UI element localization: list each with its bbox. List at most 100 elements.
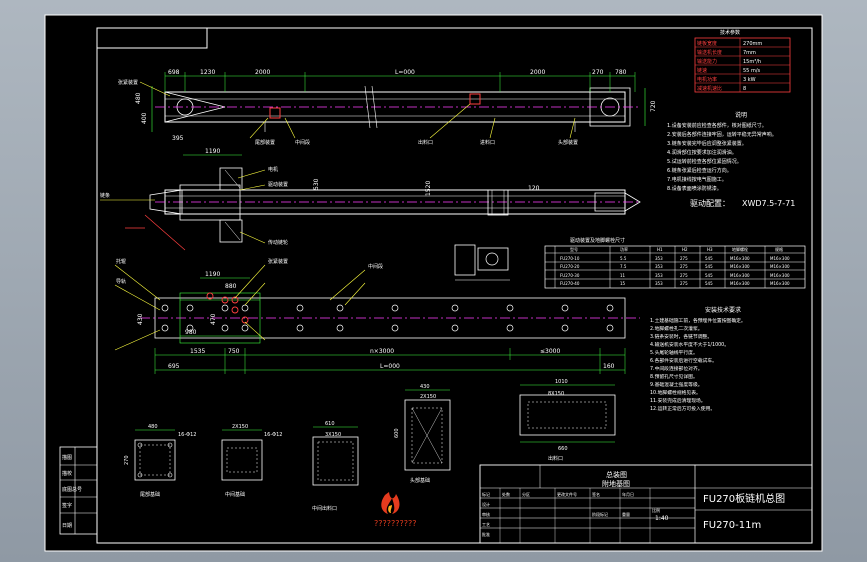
sec-a-h: 270 <box>124 455 130 465</box>
td: 545 <box>705 264 713 269</box>
dim-2000-b: 2000 <box>530 69 545 76</box>
stamp-trace: 描图 <box>62 454 72 461</box>
note-line: 5.试运转前检查各部位紧固情况。 <box>667 158 742 165</box>
td: M16×300 <box>770 281 790 286</box>
tp-value: 270mm <box>743 41 762 47</box>
td: 353 <box>655 273 663 278</box>
tb-cell: 审核 <box>482 511 490 517</box>
tp-label: 输送能力 <box>697 58 717 65</box>
tb-cell: 重量 <box>622 511 630 517</box>
sec-c-title: 中间出料口 <box>312 505 337 512</box>
tb-cell: 比例 <box>652 507 660 513</box>
install-line: 6.各部件安装后进行空载试车。 <box>650 357 717 364</box>
install-line: 3.链条安装时，各链节调整。 <box>650 333 712 340</box>
tp-value: 3 kW <box>743 77 756 83</box>
dim-side-720: 720 <box>650 100 657 112</box>
install-line: 11.安装完成后清理现场。 <box>650 397 706 404</box>
tp-value: 15m³/h <box>743 59 761 65</box>
tp-value: 55 m/s <box>743 68 761 74</box>
td: M16×300 <box>770 256 790 261</box>
dim-120: 120 <box>528 185 540 192</box>
td: M16×300 <box>730 264 750 269</box>
td: 353 <box>655 256 663 261</box>
dim-780: 780 <box>615 69 627 76</box>
install-line: 12.运转正常后方可投入使用。 <box>650 405 715 412</box>
dim-plan-880: 880 <box>225 283 237 290</box>
note-line: 7.电机接线按电气图施工。 <box>667 176 727 183</box>
tp-value: 8 <box>743 86 746 92</box>
install-header: 安装技术要求 <box>705 306 741 314</box>
tb-cell: 设计 <box>482 501 490 507</box>
tb-cell: 分区 <box>522 491 530 497</box>
td: M16×300 <box>730 281 750 286</box>
th-h2: H2 <box>682 247 688 252</box>
dim-n3000: n×3000 <box>370 348 394 355</box>
dim-160: 160 <box>603 363 615 370</box>
cad-drawing: 描图 描校 底图总号 签字 日期 698 1230 2000 L=000 200… <box>44 14 823 552</box>
callout-outlet: 出料口 <box>418 139 433 146</box>
td: 275 <box>680 256 688 261</box>
sec-b-w: 2X150 <box>232 424 248 430</box>
tb-cell: 处数 <box>502 491 510 497</box>
logo-caption: ?????????? <box>374 519 416 528</box>
dim-le3000: ≤3000 <box>540 348 560 355</box>
stamp-check: 描校 <box>62 470 72 477</box>
note-line: 3.链条安装完毕后应调整张紧装置。 <box>667 140 747 147</box>
dim-1230: 1230 <box>200 69 215 76</box>
install-line: 8.预留孔尺寸见详图。 <box>650 373 698 380</box>
install-line: 9.基础混凝土强度等级。 <box>650 381 703 388</box>
dim-plan-1190: 1190 <box>205 271 220 278</box>
install-line: 5.头尾轮轴线平行度。 <box>650 349 698 356</box>
callout-head: 头部装置 <box>558 139 578 146</box>
callout-drive: 驱动装置 <box>268 181 288 188</box>
dim-l-plan: L=000 <box>380 363 400 370</box>
sec-e-dim: 8X150 <box>548 391 564 397</box>
view-title-1: 总装图 <box>606 470 627 479</box>
install-line: 4.输送机安装水平度不大于1/1000。 <box>650 341 729 348</box>
dim-270: 270 <box>592 69 604 76</box>
dim-1520: 1520 <box>425 181 432 196</box>
tp-value: 7mm <box>743 50 756 56</box>
stamp-date: 日期 <box>62 523 72 529</box>
note-line: 8.设备表面喷涂防锈漆。 <box>667 185 722 192</box>
td: FU270-40 <box>560 281 580 286</box>
td: 15 <box>620 281 626 286</box>
td: M16×300 <box>730 256 750 261</box>
td: 545 <box>705 273 713 278</box>
install-line: 10.地脚螺栓规格见表。 <box>650 389 701 396</box>
th-spec: 规格 <box>775 246 783 252</box>
dim-2000-a: 2000 <box>255 69 270 76</box>
tech-params-header: 技术参数 <box>720 29 740 36</box>
drive-config-value: XWD7.5-7-71 <box>742 199 795 208</box>
drive-table-title: 驱动装置及地脚螺栓尺寸 <box>570 237 625 244</box>
callout-roller: 托辊 <box>116 258 126 265</box>
tb-cell: 签名 <box>592 491 600 497</box>
sec-c-dim: 3X150 <box>325 432 341 438</box>
dim-side-395: 395 <box>172 135 184 142</box>
cad-viewport[interactable]: 描图 描校 底图总号 签字 日期 698 1230 2000 L=000 200… <box>0 0 867 562</box>
view-title-2: 附地基图 <box>602 479 630 488</box>
sec-e-title: 出料口 <box>548 455 563 462</box>
dim-980: 980 <box>185 329 197 336</box>
callout-motor: 电机 <box>268 166 278 173</box>
dim-698: 698 <box>168 69 180 76</box>
callout-plan-b: 中间段 <box>368 263 383 270</box>
note-line: 1.设备安装前应检查各部件，核对图纸尺寸。 <box>667 122 767 129</box>
dim-1190-mid: 1190 <box>205 148 220 155</box>
drawing-name: FU270板链机总图 <box>703 492 785 505</box>
install-line: 1.土建基础施工前，各预埋件位置按图确定。 <box>650 317 746 324</box>
td: M16×300 <box>770 264 790 269</box>
td: 545 <box>705 281 713 286</box>
drawing-no: FU270-11m <box>703 520 761 531</box>
notes-header: 说明 <box>735 111 747 119</box>
sec-b-dim: 16-Φ12 <box>264 432 282 438</box>
install-line: 7.中间段连接部位对齐。 <box>650 365 703 372</box>
td: 275 <box>680 264 688 269</box>
note-line: 4.润滑部位按要求加注润滑油。 <box>667 149 737 156</box>
install-line: 2.地脚螺栓孔二次灌浆。 <box>650 325 703 332</box>
td: M16×300 <box>770 273 790 278</box>
callout-sprocket: 传动链轮 <box>268 239 288 246</box>
dim-1535: 1535 <box>190 348 205 355</box>
dim-plan-470: 470 <box>210 313 217 325</box>
callout-guide: 导轨 <box>116 278 126 285</box>
